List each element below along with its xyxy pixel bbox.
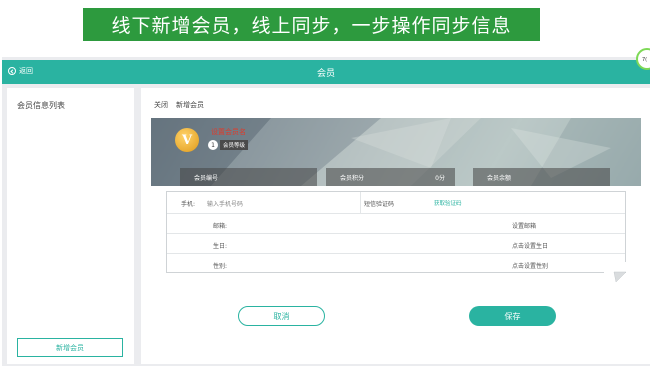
page-title: 会员	[316, 69, 335, 79]
current-tab: 新增会员	[176, 101, 204, 109]
email-label: 邮箱:	[213, 223, 228, 230]
sidebar: 会员信息列表 新增会员	[7, 88, 134, 364]
member-name-input[interactable]: 设置会员名	[211, 127, 246, 137]
member-card: V 设置会员名 1 会员等级 会员编号 会员积分 0分 会员余额	[151, 118, 641, 186]
get-code-link[interactable]: 获取验证码	[434, 199, 462, 207]
birthday-row: 生日: 点击设置生日	[167, 234, 625, 254]
member-code-label: 会员编号	[194, 174, 219, 182]
breadcrumb: 关闭 新增会员	[154, 100, 204, 110]
promo-banner-text: 线下新增会员，线上同步，一步操作同步信息	[111, 15, 512, 37]
set-gender-link[interactable]: 点击设置性别	[512, 261, 548, 270]
member-points-label: 会员积分	[340, 174, 365, 182]
member-balance-field: 会员余额	[473, 168, 610, 186]
sidebar-title: 会员信息列表	[17, 101, 65, 110]
page-curl-icon	[604, 262, 626, 282]
close-tab-link[interactable]: 关闭	[154, 100, 168, 110]
member-points-field: 会员积分 0分	[326, 168, 455, 186]
main-panel: 关闭 新增会员 V 设置会员名 1 会员等级 会员编号 会员积分 0分 会员余额…	[141, 88, 650, 364]
phone-input[interactable]: 输入手机号码	[207, 199, 243, 208]
save-button[interactable]: 保存	[469, 306, 556, 326]
email-row: 邮箱: 设置邮箱	[167, 214, 625, 234]
row-divider	[360, 192, 361, 214]
member-balance-label: 会员余额	[487, 174, 512, 182]
add-member-button[interactable]: 新增会员	[17, 338, 123, 357]
member-code-field: 会员编号	[180, 168, 317, 186]
member-points-value: 0分	[435, 174, 445, 182]
corner-badge-text: 7(	[642, 57, 648, 63]
set-email-link[interactable]: 设置邮箱	[512, 221, 536, 230]
level-select[interactable]: 会员等级	[220, 140, 249, 150]
set-birthday-link[interactable]: 点击设置生日	[512, 241, 548, 250]
phone-row: 手机: 输入手机号码 短信验证码 获取验证码	[167, 192, 625, 214]
top-bar: 返回 会员 7(	[2, 48, 650, 84]
birthday-label: 生日:	[213, 243, 228, 250]
gender-label: 性别:	[213, 263, 228, 270]
sms-code-input[interactable]: 短信验证码	[364, 199, 394, 208]
promo-banner: 线下新增会员，线上同步，一步操作同步信息	[83, 8, 540, 41]
member-form: 手机: 输入手机号码 短信验证码 获取验证码 邮箱: 设置邮箱 生日: 点击设置…	[166, 191, 626, 282]
level-number: 1	[208, 140, 218, 150]
gender-row: 性别: 点击设置性别	[167, 254, 625, 274]
phone-label: 手机:	[181, 201, 196, 208]
cancel-button[interactable]: 取消	[238, 306, 325, 326]
vip-badge-icon: V	[175, 128, 199, 152]
app-window: 返回 会员 7( 会员信息列表 新增会员 关闭 新增会员 V 设置会员名 1 会…	[2, 48, 650, 366]
